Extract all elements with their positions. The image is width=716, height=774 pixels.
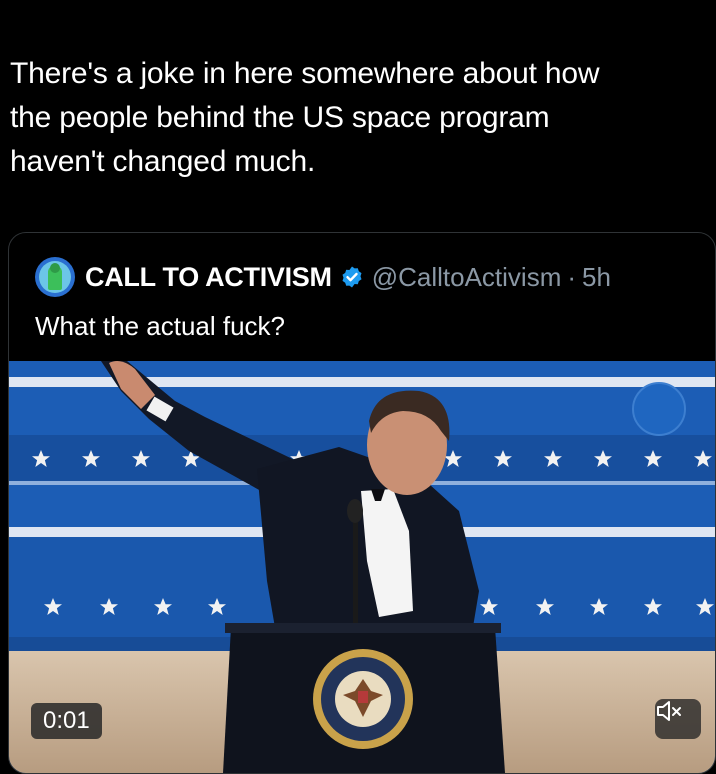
post-text: There's a joke in here somewhere about h…: [10, 52, 700, 184]
quoted-author-handle[interactable]: @CalltoActivism: [372, 262, 562, 293]
presidential-seal: [313, 649, 413, 749]
quoted-post-card[interactable]: CALL TO ACTIVISM @CalltoActivism · 5h Wh…: [8, 232, 716, 774]
post-text-line: There's a joke in here somewhere about h…: [10, 57, 600, 90]
verified-badge-icon: [342, 266, 362, 288]
post-text-line: the people behind the US space program: [10, 101, 550, 134]
quoted-post-text: What the actual fuck?: [35, 311, 286, 341]
quoted-post-header: CALL TO ACTIVISM @CalltoActivism · 5h: [35, 257, 611, 297]
quoted-author-name[interactable]: CALL TO ACTIVISM: [85, 262, 332, 293]
post-time[interactable]: 5h: [582, 262, 611, 293]
video-timestamp: 0:01: [31, 703, 102, 739]
separator-dot: ·: [567, 261, 577, 292]
post-text-line: haven't changed much.: [10, 145, 316, 178]
video-player[interactable]: 0:01: [9, 361, 715, 773]
muted-speaker-icon: [657, 701, 681, 721]
mute-button[interactable]: [655, 699, 701, 739]
avatar[interactable]: [35, 257, 75, 297]
video-frame: [9, 361, 715, 773]
